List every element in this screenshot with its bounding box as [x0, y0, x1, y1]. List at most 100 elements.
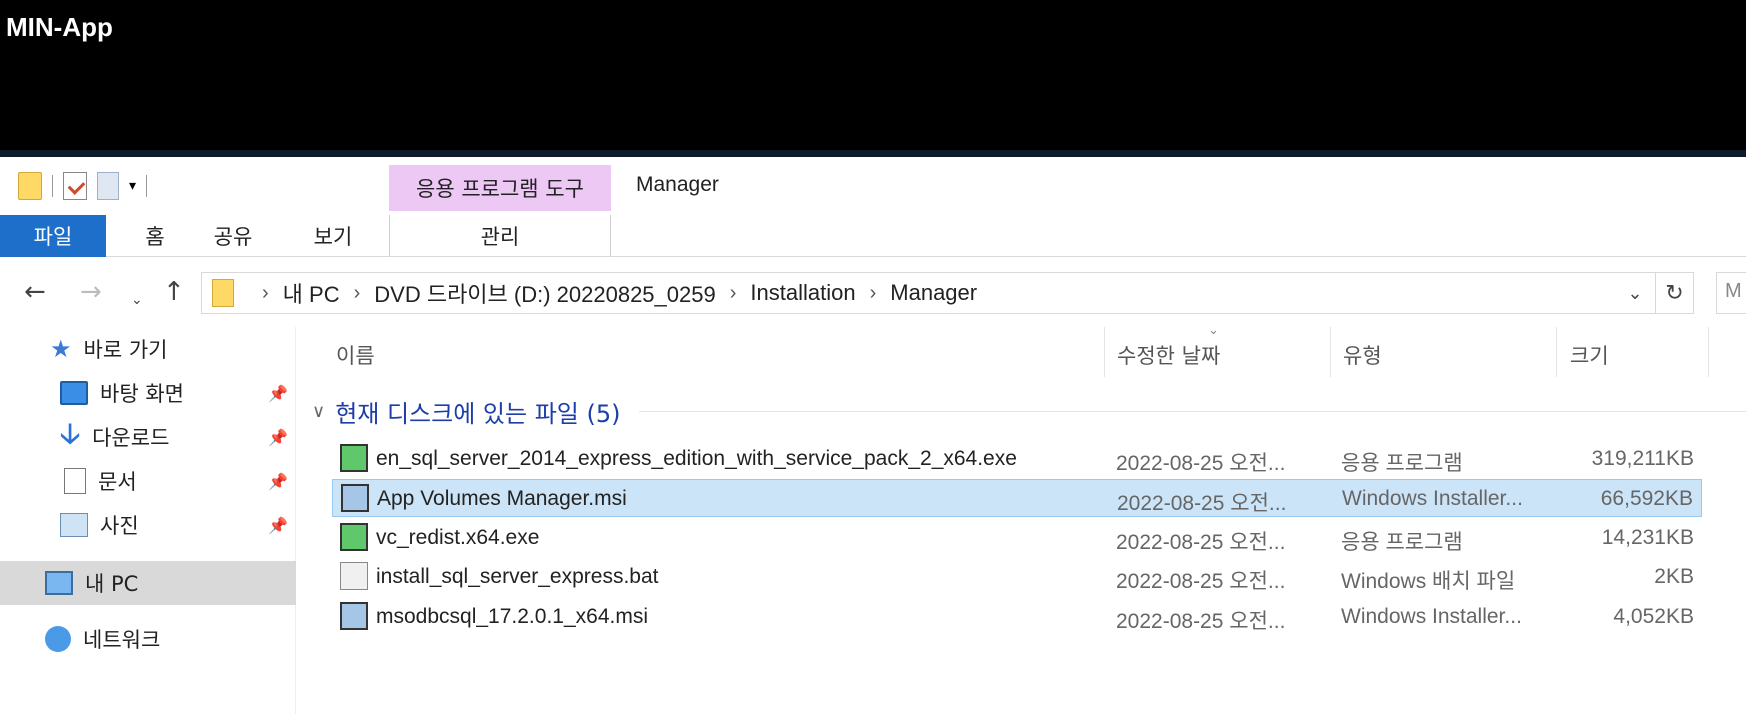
file-type: 응용 프로그램: [1341, 452, 1463, 475]
group-header[interactable]: ∨ 현재 디스크에 있는 파일 (5): [312, 393, 1746, 429]
column-header-name[interactable]: 이름: [336, 335, 375, 375]
breadcrumb-manager[interactable]: Manager: [890, 280, 977, 306]
tab-home[interactable]: 홈: [130, 215, 180, 257]
nav-item-label: 문서: [98, 470, 137, 494]
nav-item-desktop[interactable]: 바탕 화면 📌: [0, 371, 296, 415]
pin-icon[interactable]: 📌: [268, 472, 288, 491]
address-bar[interactable]: › 내 PC › DVD 드라이브 (D:) 20220825_0259 › I…: [201, 272, 1694, 314]
batch-file-icon: [340, 562, 368, 590]
file-name: msodbcsql_17.2.0.1_x64.msi: [376, 605, 648, 628]
column-divider[interactable]: [1330, 327, 1331, 377]
pin-icon[interactable]: 📌: [268, 516, 288, 535]
file-type: 응용 프로그램: [1341, 531, 1463, 554]
file-explorer-window: ▾ 응용 프로그램 도구 Manager 파일 홈 공유 보기 관리 ← → ⌄…: [0, 157, 1746, 714]
nav-item-label: 사진: [100, 514, 139, 538]
nav-item-label: 다운로드: [92, 426, 170, 450]
customize-dropdown-icon[interactable]: ▾: [129, 178, 136, 194]
computer-icon: [45, 571, 73, 595]
recent-locations-chevron-icon[interactable]: ⌄: [131, 285, 143, 315]
pin-icon[interactable]: 📌: [268, 384, 288, 403]
folder-icon[interactable]: [18, 172, 42, 200]
nav-item-documents[interactable]: 문서 📌: [0, 459, 296, 503]
nav-item-label: 바로 가기: [83, 338, 168, 362]
group-divider: [638, 410, 1746, 412]
file-name: App Volumes Manager.msi: [377, 487, 627, 510]
group-label: 현재 디스크에 있는 파일 (5): [335, 399, 621, 428]
column-divider[interactable]: [1708, 327, 1709, 377]
refresh-icon[interactable]: ↻: [1655, 273, 1693, 313]
msi-installer-icon: [340, 602, 368, 630]
toolbar-separator: [146, 175, 148, 197]
file-row[interactable]: vc_redist.x64.exe 2022-08-25 오전... 응용 프로…: [332, 519, 1702, 557]
title-divider: [0, 150, 1746, 157]
tab-manage[interactable]: 관리: [389, 215, 611, 257]
file-row-selected[interactable]: App Volumes Manager.msi 2022-08-25 오전...…: [332, 479, 1702, 517]
new-folder-icon[interactable]: [97, 172, 119, 200]
file-modified: 2022-08-25 오전...: [1116, 570, 1286, 593]
chevron-right-icon[interactable]: ›: [354, 282, 361, 305]
nav-item-quick-access[interactable]: ★ 바로 가기: [0, 327, 296, 371]
column-divider[interactable]: [1556, 327, 1557, 377]
column-divider[interactable]: [1104, 327, 1105, 377]
chevron-right-icon[interactable]: ›: [730, 282, 737, 305]
ribbon-tabs: 파일 홈 공유 보기 관리: [0, 215, 1746, 257]
file-name: en_sql_server_2014_express_edition_with_…: [376, 447, 1017, 470]
breadcrumb-this-pc[interactable]: 내 PC: [283, 277, 340, 309]
pin-icon[interactable]: 📌: [268, 428, 288, 447]
file-row[interactable]: msodbcsql_17.2.0.1_x64.msi 2022-08-25 오전…: [332, 598, 1702, 636]
file-name: install_sql_server_express.bat: [376, 565, 659, 588]
file-size: 14,231KB: [1601, 526, 1694, 549]
tab-share[interactable]: 공유: [208, 215, 258, 257]
nav-item-label: 바탕 화면: [100, 382, 184, 406]
search-input[interactable]: M: [1716, 272, 1746, 314]
tab-view[interactable]: 보기: [308, 215, 358, 257]
toolbar-separator: [52, 175, 53, 197]
navigation-pane: ★ 바로 가기 바탕 화면 📌 🡣 다운로드 📌 문서 📌 사진 📌 내 PC: [0, 327, 296, 714]
file-row[interactable]: en_sql_server_2014_express_edition_with_…: [332, 440, 1702, 478]
file-name: vc_redist.x64.exe: [376, 526, 540, 549]
up-arrow-icon[interactable]: ↑: [163, 277, 185, 307]
column-header-modified[interactable]: 수정한 날짜: [1117, 335, 1220, 375]
breadcrumb-installation[interactable]: Installation: [750, 280, 855, 306]
nav-item-pictures[interactable]: 사진 📌: [0, 503, 296, 547]
file-size: 319,211KB: [1591, 447, 1694, 470]
exe-installer-icon: [340, 444, 368, 472]
tab-file[interactable]: 파일: [0, 215, 106, 257]
app-title: MIN-App: [6, 12, 113, 42]
file-size: 66,592KB: [1600, 487, 1693, 510]
address-history-dropdown-icon[interactable]: ⌄: [1615, 283, 1655, 304]
download-arrow-icon: 🡣: [60, 417, 81, 450]
file-size: 2KB: [1654, 565, 1694, 588]
file-modified: 2022-08-25 오전...: [1117, 492, 1287, 515]
file-type: Windows 배치 파일: [1341, 570, 1516, 593]
file-row[interactable]: install_sql_server_express.bat 2022-08-2…: [332, 558, 1702, 596]
column-header-size[interactable]: 크기: [1570, 335, 1609, 375]
file-type: Windows Installer...: [1341, 605, 1522, 628]
properties-icon[interactable]: [63, 172, 87, 200]
back-arrow-icon[interactable]: ←: [24, 277, 46, 307]
nav-item-this-pc[interactable]: 내 PC: [0, 561, 296, 605]
file-size: 4,052KB: [1613, 605, 1694, 628]
nav-item-label: 네트워크: [83, 628, 161, 652]
file-modified: 2022-08-25 오전...: [1116, 610, 1286, 633]
document-icon: [64, 468, 86, 494]
folder-icon: [212, 279, 234, 307]
nav-item-network[interactable]: 네트워크: [0, 617, 296, 661]
nav-item-label: 내 PC: [85, 572, 139, 596]
chevron-right-icon[interactable]: ›: [870, 282, 877, 305]
nav-item-downloads[interactable]: 🡣 다운로드 📌: [0, 415, 296, 459]
forward-arrow-icon[interactable]: →: [80, 277, 102, 307]
window-title: Manager: [636, 173, 719, 196]
file-modified: 2022-08-25 오전...: [1116, 452, 1286, 475]
network-icon: [45, 626, 71, 652]
desktop-icon: [60, 381, 88, 405]
breadcrumb-dvd-drive[interactable]: DVD 드라이브 (D:) 20220825_0259: [374, 277, 715, 309]
chevron-right-icon[interactable]: ›: [262, 282, 269, 305]
column-header-type[interactable]: 유형: [1343, 335, 1382, 375]
exe-installer-icon: [340, 523, 368, 551]
quick-access-toolbar: ▾: [18, 169, 148, 203]
star-icon: ★: [50, 335, 72, 363]
msi-installer-icon: [341, 484, 369, 512]
chevron-down-icon[interactable]: ∨: [312, 401, 325, 422]
file-type: Windows Installer...: [1342, 487, 1523, 510]
